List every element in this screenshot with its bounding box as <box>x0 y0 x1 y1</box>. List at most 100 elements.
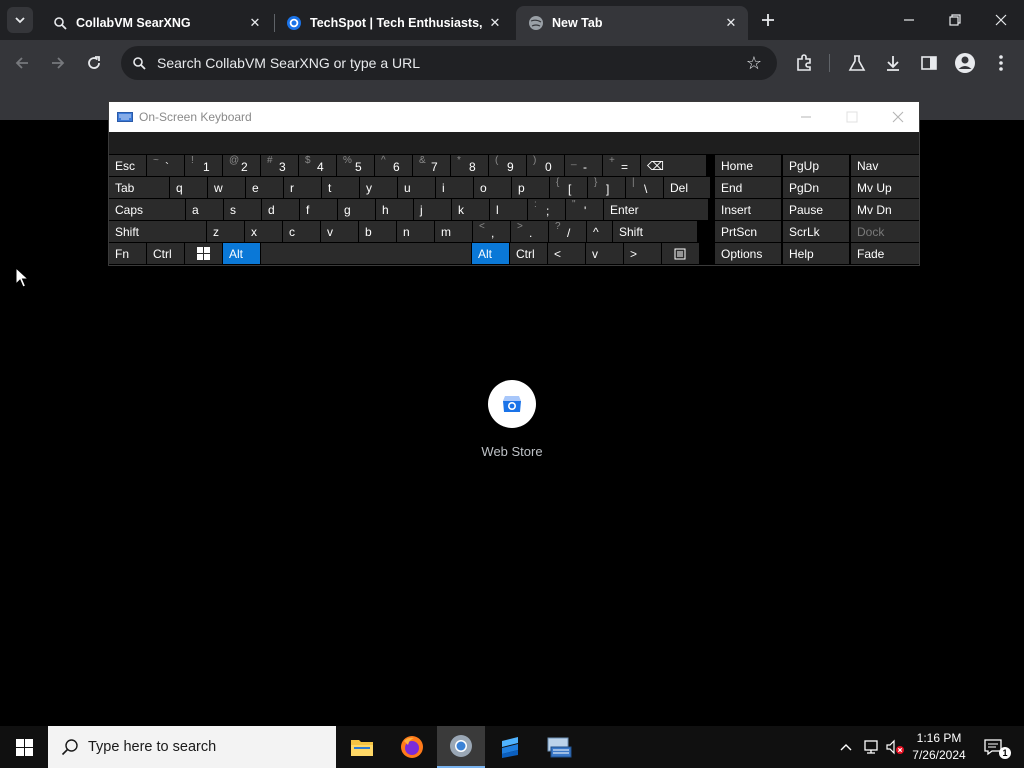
taskbar-app[interactable] <box>486 726 534 768</box>
labs-button[interactable] <box>844 50 870 76</box>
key-esc[interactable]: Esc <box>109 155 146 176</box>
key-g[interactable]: g <box>338 199 375 220</box>
key-q[interactable]: q <box>170 177 207 198</box>
key-mv-dn[interactable]: Mv Dn <box>851 199 919 220</box>
key-insert[interactable]: Insert <box>715 199 781 220</box>
key-pause[interactable]: Pause <box>783 199 849 220</box>
key--[interactable]: > <box>624 243 661 264</box>
close-icon[interactable]: ✕ <box>246 14 264 32</box>
osk-maximize-button[interactable] <box>829 102 875 132</box>
key-6[interactable]: ^ 6 <box>375 155 412 176</box>
close-icon[interactable]: ✕ <box>486 14 504 32</box>
key-'[interactable]: " ' <box>566 199 603 220</box>
key-/[interactable]: ? / <box>549 221 586 242</box>
profile-button[interactable] <box>952 50 978 76</box>
key-l[interactable]: l <box>490 199 527 220</box>
key-[[interactable]: {[ <box>550 177 587 198</box>
key-fade[interactable]: Fade <box>851 243 919 264</box>
key-pgup[interactable]: PgUp <box>783 155 849 176</box>
restore-button[interactable] <box>932 0 978 40</box>
network-status[interactable] <box>860 726 882 768</box>
osk-titlebar[interactable]: On-Screen Keyboard <box>109 102 919 132</box>
tab-techspot[interactable]: TechSpot | Tech Enthusiasts, Po ✕ <box>274 6 512 40</box>
key-shift[interactable]: Shift <box>109 221 206 242</box>
key-o[interactable]: o <box>474 177 511 198</box>
key-menu[interactable] <box>662 243 699 264</box>
key-y[interactable]: y <box>360 177 397 198</box>
key-\[interactable]: | \ <box>626 177 663 198</box>
key-4[interactable]: $4 <box>299 155 336 176</box>
key-u[interactable]: u <box>398 177 435 198</box>
shortcut-web-store[interactable]: Web Store <box>472 380 552 459</box>
taskbar-chrome[interactable] <box>437 726 485 768</box>
side-panel-button[interactable] <box>916 50 942 76</box>
key-windows[interactable] <box>185 243 222 264</box>
key-m[interactable]: m <box>435 221 472 242</box>
key-mv-up[interactable]: Mv Up <box>851 177 919 198</box>
taskbar-search-box[interactable]: Type here to search <box>48 726 336 768</box>
key-z[interactable]: z <box>207 221 244 242</box>
reload-button[interactable] <box>79 48 109 78</box>
key-5[interactable]: % 5 <box>337 155 374 176</box>
key-tab[interactable]: Tab <box>109 177 169 198</box>
key-end[interactable]: End <box>715 177 781 198</box>
key-`[interactable]: ~ ` <box>147 155 184 176</box>
key-t[interactable]: t <box>322 177 359 198</box>
tab-collabvm-searxng[interactable]: CollabVM SearXNG ✕ <box>40 6 272 40</box>
key-alt[interactable]: Alt <box>223 243 260 264</box>
key-1[interactable]: ! 1 <box>185 155 222 176</box>
key-8[interactable]: * 8 <box>451 155 488 176</box>
key-x[interactable]: x <box>245 221 282 242</box>
key-options[interactable]: Options <box>715 243 781 264</box>
osk-minimize-button[interactable] <box>783 102 829 132</box>
key-i[interactable]: i <box>436 177 473 198</box>
minimize-button[interactable] <box>886 0 932 40</box>
key-3[interactable]: #3 <box>261 155 298 176</box>
key-r[interactable]: r <box>284 177 321 198</box>
taskbar-file-explorer[interactable] <box>338 726 386 768</box>
close-icon[interactable]: ✕ <box>722 14 740 32</box>
key-home[interactable]: Home <box>715 155 781 176</box>
forward-button[interactable] <box>43 48 73 78</box>
key-f[interactable]: f <box>300 199 337 220</box>
key-v[interactable]: v <box>586 243 623 264</box>
key-nav[interactable]: Nav <box>851 155 919 176</box>
key-k[interactable]: k <box>452 199 489 220</box>
key-,[interactable]: <, <box>473 221 510 242</box>
key--[interactable]: < <box>548 243 585 264</box>
key-9[interactable]: (9 <box>489 155 526 176</box>
key-;[interactable]: :; <box>528 199 565 220</box>
key-.[interactable]: >. <box>511 221 548 242</box>
key-help[interactable]: Help <box>783 243 849 264</box>
key-del[interactable]: Del <box>664 177 710 198</box>
tab-new-tab[interactable]: New Tab ✕ <box>516 6 748 40</box>
address-bar[interactable]: Search CollabVM SearXNG or type a URL ☆ <box>121 46 777 80</box>
show-hidden-icons-button[interactable] <box>836 726 856 768</box>
key--[interactable]: _ - <box>565 155 602 176</box>
key-0[interactable]: ) 0 <box>527 155 564 176</box>
key-w[interactable]: w <box>208 177 245 198</box>
key-prtscn[interactable]: PrtScn <box>715 221 781 242</box>
star-icon[interactable]: ☆ <box>739 53 769 74</box>
key--[interactable]: ^ <box>587 221 612 242</box>
key--[interactable]: ⌫ <box>641 155 706 176</box>
key-h[interactable]: h <box>376 199 413 220</box>
tab-search-button[interactable] <box>7 7 33 33</box>
taskbar-firefox[interactable] <box>388 726 436 768</box>
key-s[interactable]: s <box>224 199 261 220</box>
key-caps[interactable]: Caps <box>109 199 185 220</box>
action-center-button[interactable]: 1 <box>980 726 1011 768</box>
key-p[interactable]: p <box>512 177 549 198</box>
key-e[interactable]: e <box>246 177 283 198</box>
key-fn[interactable]: Fn <box>109 243 146 264</box>
key-=[interactable]: + = <box>603 155 640 176</box>
key-d[interactable]: d <box>262 199 299 220</box>
key-7[interactable]: & 7 <box>413 155 450 176</box>
new-tab-button[interactable] <box>756 8 780 32</box>
key-shift[interactable]: Shift <box>613 221 697 242</box>
key-ctrl[interactable]: Ctrl <box>147 243 184 264</box>
menu-button[interactable] <box>988 50 1014 76</box>
back-button[interactable] <box>7 48 37 78</box>
key-pgdn[interactable]: PgDn <box>783 177 849 198</box>
taskbar-on-screen-keyboard[interactable] <box>535 726 583 768</box>
